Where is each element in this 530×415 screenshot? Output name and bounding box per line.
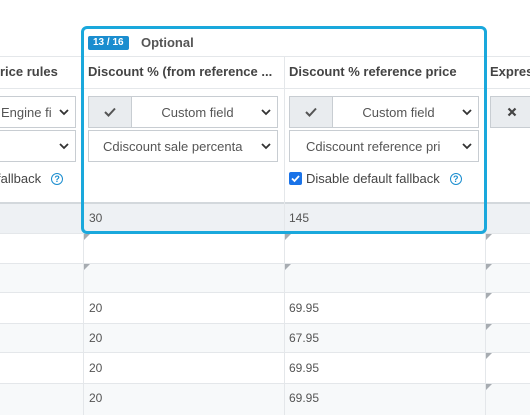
price-rules-engine-select[interactable]: Engine fi	[0, 96, 76, 128]
discount-field-select-value: Cdiscount sale percenta	[103, 138, 243, 154]
reference-field-select[interactable]: Cdiscount reference pri	[289, 130, 479, 162]
chevron-down-icon	[255, 142, 277, 150]
price-rules-fallback-option[interactable]: fallback ?	[0, 171, 64, 186]
reference-cell[interactable]: 145	[289, 211, 309, 225]
reference-source-select[interactable]: Custom field	[332, 96, 479, 128]
check-icon	[305, 105, 317, 120]
empty-cell-marker	[285, 234, 291, 240]
discount-cell[interactable]: 30	[89, 211, 102, 225]
column-header-expression[interactable]: Expres	[490, 64, 530, 79]
reference-field-select-value: Cdiscount reference pri	[306, 138, 441, 154]
chevron-down-icon	[53, 108, 75, 116]
column-header-discount-reference-price[interactable]: Discount % reference price	[289, 64, 481, 79]
discount-cell[interactable]: 20	[89, 391, 102, 405]
empty-cell-marker	[486, 293, 492, 299]
empty-cell-marker	[285, 264, 291, 270]
close-icon	[507, 105, 517, 120]
discount-mapping-toggle[interactable]	[88, 96, 132, 128]
reference-source-select-value: Custom field	[362, 104, 435, 120]
data-row-5-bg	[0, 323, 530, 352]
column-header-price-rules[interactable]: rice rules	[0, 64, 80, 79]
reference-mapping-toggle[interactable]	[289, 96, 333, 128]
empty-cell-marker	[84, 234, 90, 240]
chevron-down-icon	[456, 108, 478, 116]
discount-cell[interactable]: 20	[89, 361, 102, 375]
empty-cell-marker	[486, 384, 492, 390]
chevron-down-icon	[53, 142, 75, 150]
reference-cell[interactable]: 69.95	[289, 361, 319, 375]
discount-cell[interactable]: 20	[89, 331, 102, 345]
disable-fallback-label: Disable default fallback	[306, 171, 440, 186]
price-rules-field-select[interactable]	[0, 130, 76, 162]
chevron-down-icon	[255, 108, 277, 116]
disable-fallback-checkbox[interactable]	[289, 172, 302, 185]
group-count-badge: 13 / 16	[88, 36, 129, 50]
disable-default-fallback-option[interactable]: Disable default fallback ?	[289, 171, 462, 186]
expression-mapping-toggle[interactable]	[490, 96, 530, 128]
data-row-1-bg	[0, 204, 530, 233]
empty-cell-marker	[486, 234, 492, 240]
data-row-3-bg	[0, 263, 530, 292]
discount-source-select-value: Custom field	[161, 104, 234, 120]
discount-cell[interactable]: 20	[89, 301, 102, 315]
discount-source-select[interactable]: Custom field	[131, 96, 278, 128]
empty-cell-marker	[84, 264, 90, 270]
reference-cell[interactable]: 67.95	[289, 331, 319, 345]
empty-cell-marker	[486, 264, 492, 270]
reference-cell[interactable]: 69.95	[289, 301, 319, 315]
column-header-discount-percent[interactable]: Discount % (from reference ...	[88, 64, 278, 79]
fallback-label: fallback	[0, 171, 42, 186]
help-icon[interactable]: ?	[51, 172, 64, 185]
check-icon	[104, 105, 116, 120]
empty-cell-marker	[486, 324, 492, 330]
price-rules-engine-select-value: Engine fi	[1, 104, 52, 120]
chevron-down-icon	[456, 142, 478, 150]
help-icon[interactable]: ?	[449, 172, 462, 185]
reference-cell[interactable]: 69.95	[289, 391, 319, 405]
empty-cell-marker	[486, 353, 492, 359]
data-row-7-bg	[0, 383, 530, 415]
discount-field-select[interactable]: Cdiscount sale percenta	[88, 130, 278, 162]
group-title: Optional	[141, 35, 194, 50]
